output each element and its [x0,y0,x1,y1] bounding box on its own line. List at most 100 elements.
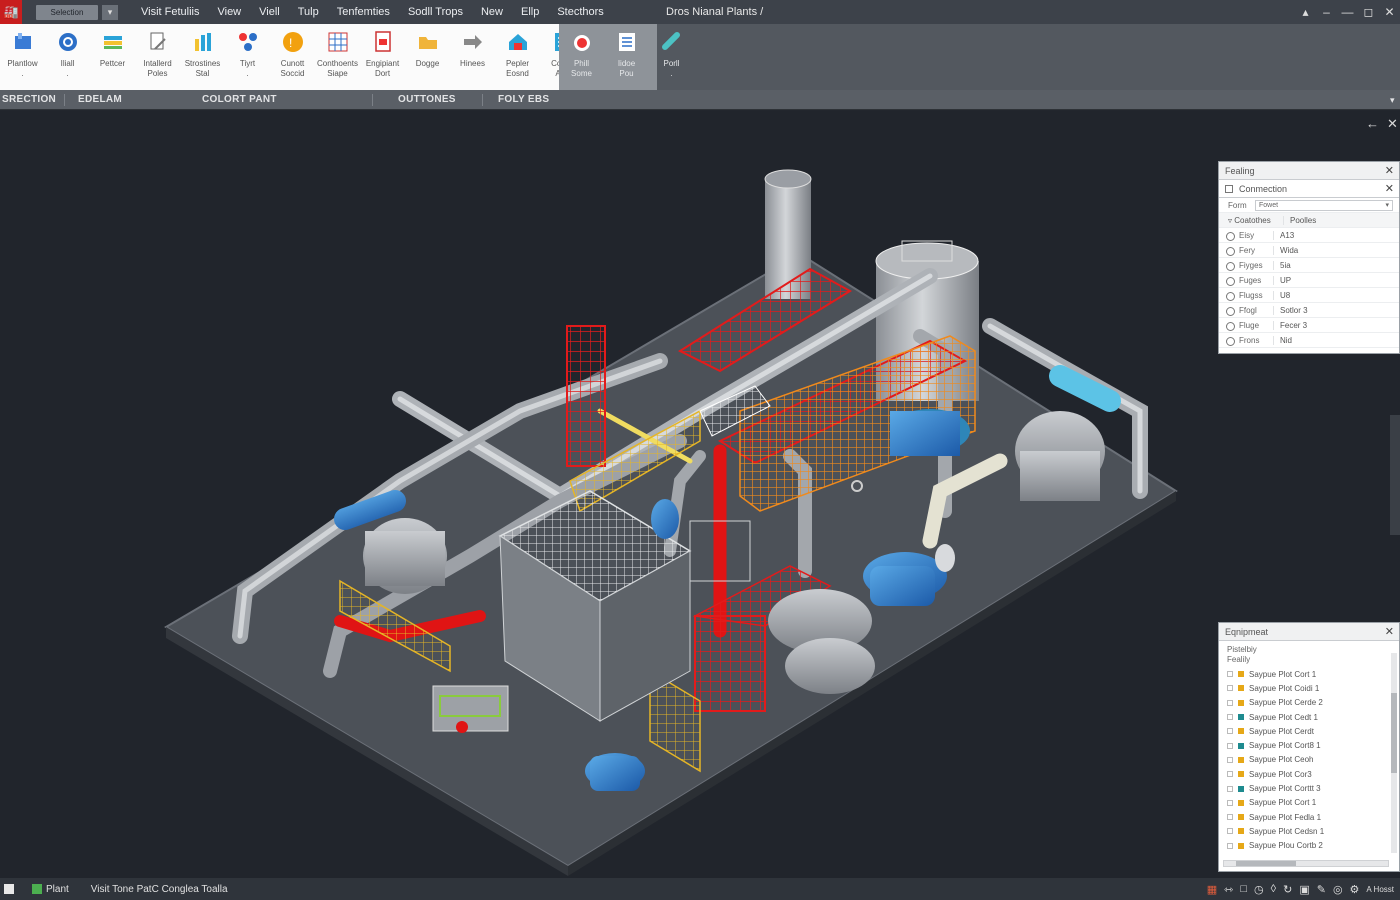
rotate-icon[interactable]: ↻ [1283,883,1292,896]
target-icon[interactable]: ◎ [1333,883,1343,896]
property-row[interactable]: Frons Nid [1219,333,1399,348]
group-row[interactable]: ▿ Coatothes Poolles [1219,213,1399,228]
menu-item[interactable]: Viell [250,6,289,18]
equipment-item[interactable]: Saypue Plot Fedla 1 [1219,810,1399,824]
equipment-checkbox[interactable] [1227,685,1233,692]
menu-bar: Visit Fetuliis View Viell Tulp Tenfemties Sod… [132,6,613,18]
ribbon-tool[interactable]: Tiyrt . [225,24,270,90]
property-row[interactable]: Fluge Fecer 3 [1219,318,1399,333]
equipment-checkbox[interactable] [1227,756,1233,763]
equipment-item[interactable]: Saypue Plou Cortb 2 [1219,839,1399,853]
minimize-icon[interactable]: — [1337,5,1358,19]
equipment-item[interactable]: Saypue Plot Cerdt [1219,724,1399,738]
clock-icon[interactable]: ◷ [1254,883,1264,896]
properties-title: Fealing [1225,165,1255,176]
viewport-close-icon[interactable]: ✕ [1387,116,1398,132]
panel-tab-section[interactable]: SRECTION [2,90,56,110]
equipment-checkbox[interactable] [1227,714,1233,721]
equipment-checkbox[interactable] [1227,842,1233,849]
menu-item[interactable]: Sodll Trops [399,6,472,18]
minimize-ribbon-icon[interactable]: – [1316,5,1337,19]
plant-3d-model[interactable] [0,111,1400,878]
form-select[interactable]: Fowet ▾ [1255,199,1393,211]
equipment-item[interactable]: Saypue Plot Coidi 1 [1219,681,1399,695]
ribbon-tool[interactable]: Pepler Eosnd [495,24,540,90]
equipment-checkbox[interactable] [1227,814,1233,821]
ribbon-tool[interactable]: Hinees [450,24,495,90]
equipment-vscrollbar[interactable] [1391,653,1397,853]
properties-close-icon[interactable]: ✕ [1385,164,1394,177]
equipment-checkbox[interactable] [1227,728,1233,735]
property-row[interactable]: Fuges UP [1219,273,1399,288]
equipment-color-icon [1238,671,1244,678]
lock-icon[interactable]: ◊ [1271,883,1276,895]
menu-item[interactable]: View [208,6,250,18]
property-row[interactable]: Ffogl Sotlor 3 [1219,303,1399,318]
property-row[interactable]: Fiyges 5ia [1219,258,1399,273]
snap-icon[interactable]: ⇿ [1224,883,1233,896]
menu-item[interactable]: Visit Fetuliis [132,6,208,18]
menu-item[interactable]: Stecthors [548,6,612,18]
status-mode[interactable]: Plant [46,884,69,895]
panel-tab-color-paint[interactable]: COLORT PANT [202,90,277,110]
equipment-item[interactable]: Saypue Plot Cort 1 [1219,667,1399,681]
property-row[interactable]: Eisy A13 [1219,228,1399,243]
equipment-item[interactable]: Saypue Plot Cedt 1 [1219,710,1399,724]
equipment-checkbox[interactable] [1227,828,1233,835]
back-arrow-icon[interactable]: ← [1366,116,1379,131]
panel-tab-edelam[interactable]: EDELAM [78,90,122,110]
ribbon-tool[interactable]: Engipiant Dort [360,24,405,90]
equipment-item[interactable]: Saypue Plot Cedsn 1 [1219,824,1399,838]
account-icon[interactable]: ▴ [1295,5,1316,19]
grid-toggle-icon[interactable]: ▦ [1207,883,1217,896]
equipment-item[interactable]: Saypue Plot Cort 1 [1219,796,1399,810]
ribbon-tool[interactable]: Strostines Stal [180,24,225,90]
menu-item[interactable]: Ellp [512,6,548,18]
menu-item[interactable]: Tenfemties [328,6,399,18]
menu-item[interactable]: New [472,6,512,18]
pencil-icon[interactable]: ✎ [1317,883,1326,896]
ribbon-tool[interactable]: Phill Some [559,24,604,90]
ribbon-tool[interactable]: Intallerd Poles [135,24,180,90]
ortho-icon[interactable]: □ [1240,883,1247,895]
close-icon[interactable]: ✕ [1379,5,1400,19]
equipment-item[interactable]: Saypue Plot Cerde 2 [1219,696,1399,710]
restore-icon[interactable]: ◻ [1358,5,1379,19]
equipment-checkbox[interactable] [1227,699,1233,706]
ribbon-collapse-icon[interactable]: ▾ [1390,90,1395,110]
quick-access-selector[interactable]: Selection [36,4,98,20]
viewport-scrollbar[interactable] [1390,415,1400,535]
ribbon-tool[interactable]: Iliall . [45,24,90,90]
equipment-close-icon[interactable]: ✕ [1385,625,1394,638]
settings-icon[interactable]: ⚙ [1350,883,1360,896]
equipment-item[interactable]: Saypue Plot Ceoh [1219,753,1399,767]
equipment-checkbox[interactable] [1227,771,1233,778]
ribbon-tool[interactable]: ! Cunott Soccid [270,24,315,90]
ribbon-tool[interactable]: Plantlow . [0,24,45,90]
equipment-checkbox[interactable] [1227,799,1233,806]
quick-access-dropdown-icon[interactable]: ▾ [102,4,118,20]
properties-header: Fealing ✕ [1219,162,1399,180]
equipment-hscrollbar[interactable] [1223,860,1389,867]
ribbon-tool[interactable]: Conthoents Siape [315,24,360,90]
property-row[interactable]: Fery Wida [1219,243,1399,258]
equipment-item[interactable]: Saypue Plot Cor3 [1219,767,1399,781]
equipment-checkbox[interactable] [1227,671,1233,678]
camera-icon[interactable]: ▣ [1299,883,1309,896]
model-viewport[interactable]: ← ✕ [0,111,1400,878]
equipment-item[interactable]: Saypue Plot Corttt 3 [1219,781,1399,795]
status-model-icon[interactable] [4,884,14,894]
panel-tab-foly-ebs[interactable]: FOLY EBS [498,90,549,110]
equipment-checkbox[interactable] [1227,742,1233,749]
ribbon-tool[interactable]: Porll . [649,24,694,90]
equipment-checkbox[interactable] [1227,785,1233,792]
equipment-item[interactable]: Saypue Plot Cort8 1 [1219,738,1399,752]
ribbon-tool[interactable]: Iidoe Pou [604,24,649,90]
ribbon-tool[interactable]: Dogge [405,24,450,90]
property-row[interactable]: Flugss U8 [1219,288,1399,303]
app-logo-icon[interactable]: 🏭 [0,0,22,24]
connection-close-icon[interactable]: ✕ [1385,182,1394,195]
ribbon-tool[interactable]: Pettcer [90,24,135,90]
panel-tab-outtones[interactable]: OUTTONES [398,90,456,110]
menu-item[interactable]: Tulp [289,6,328,18]
